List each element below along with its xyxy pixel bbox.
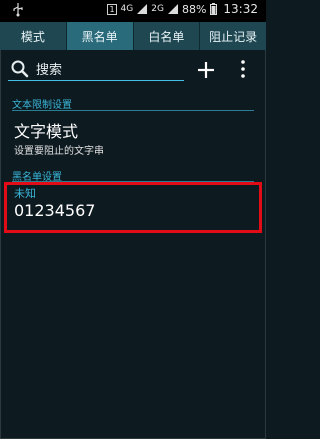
battery-icon	[210, 3, 218, 15]
tab-whitelist[interactable]: 白名单	[134, 22, 201, 50]
battery-percent: 88%	[181, 2, 207, 16]
blacklist-entry-name: 未知	[14, 187, 36, 200]
section-title-text-filter: 文本限制设置	[12, 100, 72, 111]
search-row: 搜索	[0, 50, 266, 88]
search-icon	[11, 60, 29, 77]
usb-icon	[12, 3, 24, 20]
tab-mode[interactable]: 模式	[0, 22, 67, 50]
blacklist-entry-number: 01234567	[14, 201, 96, 220]
network-2g: 2G	[151, 3, 164, 14]
tab-block-log[interactable]: 阻止记录	[200, 22, 266, 50]
plus-icon[interactable]	[196, 60, 216, 80]
clock: 13:32	[223, 2, 258, 16]
text-mode-title[interactable]: 文字模式	[14, 118, 78, 142]
signal-icon-2	[167, 4, 178, 14]
section-divider	[12, 110, 254, 111]
tab-blacklist[interactable]: 黑名单	[66, 22, 134, 50]
signal-icon-1	[137, 4, 148, 14]
network-4g: 4G	[120, 3, 134, 14]
search-input[interactable]: 搜索	[8, 57, 184, 81]
sim-indicator: 1	[107, 3, 117, 15]
tab-bar: 模式 黑名单 白名单 阻止记录	[0, 22, 266, 50]
text-mode-subtitle: 设置要阻止的文字串	[14, 146, 104, 157]
status-bar: 1 4G 2G 88% 13:32	[0, 0, 266, 22]
search-placeholder: 搜索	[36, 63, 63, 78]
more-vertical-icon[interactable]	[236, 59, 250, 79]
status-indicators: 1 4G 2G 88% 13:32	[107, 2, 258, 16]
